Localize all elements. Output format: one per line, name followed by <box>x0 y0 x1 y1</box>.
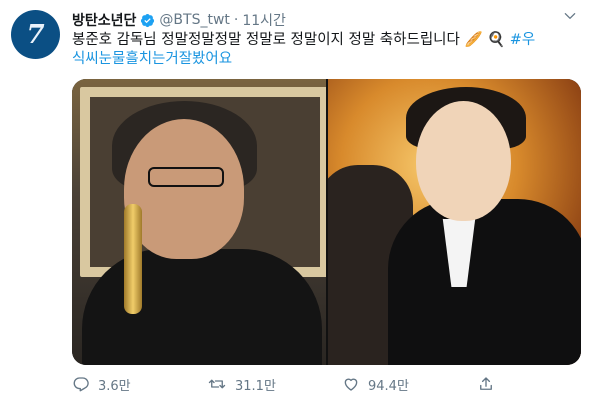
author-name[interactable]: 방탄소년단 <box>72 10 136 30</box>
verified-badge-icon <box>141 13 155 27</box>
share-icon <box>480 377 492 390</box>
reply-button[interactable]: 3.6만 <box>72 375 131 394</box>
tweet-emojis: 🥖 🍳 <box>464 32 506 48</box>
reply-count: 3.6만 <box>98 378 131 394</box>
avatar[interactable]: 7 <box>11 10 60 59</box>
retweet-button[interactable]: 31.1만 <box>207 375 276 394</box>
like-count: 94.4만 <box>368 378 409 394</box>
heart-icon <box>344 378 358 391</box>
timestamp[interactable]: 11시간 <box>242 10 286 30</box>
tweet-actions: 3.6만 31.1만 94.4만 <box>72 372 584 396</box>
hashtag-link-part2[interactable]: 식씨눈물흘치는거잘봤어요 <box>72 51 232 67</box>
reply-icon <box>73 377 89 392</box>
tweet-header: 방탄소년단 @BTS_twt · 11시간 <box>72 10 573 30</box>
chevron-down-icon[interactable] <box>563 9 577 23</box>
tweet-text: 봉준호 감독님 정말정말정말 정말로 정말이지 정말 축하드립니다 🥖 🍳 #우… <box>72 31 584 69</box>
photo-bong-joon-ho[interactable] <box>72 79 326 365</box>
media-grid[interactable] <box>72 79 581 365</box>
retweet-count: 31.1만 <box>235 378 276 394</box>
hashtag-link-part1[interactable]: #우 <box>510 32 536 48</box>
like-button[interactable]: 94.4만 <box>342 375 409 394</box>
retweet-icon <box>208 379 226 389</box>
separator: · <box>233 12 239 28</box>
avatar-label: 7 <box>26 19 45 50</box>
handle[interactable]: @BTS_twt <box>159 12 229 28</box>
tweet-body: 봉준호 감독님 정말정말정말 정말로 정말이지 정말 축하드립니다 <box>72 32 460 48</box>
photo-choi-woo-shik[interactable] <box>328 79 581 365</box>
share-button[interactable] <box>477 375 495 393</box>
